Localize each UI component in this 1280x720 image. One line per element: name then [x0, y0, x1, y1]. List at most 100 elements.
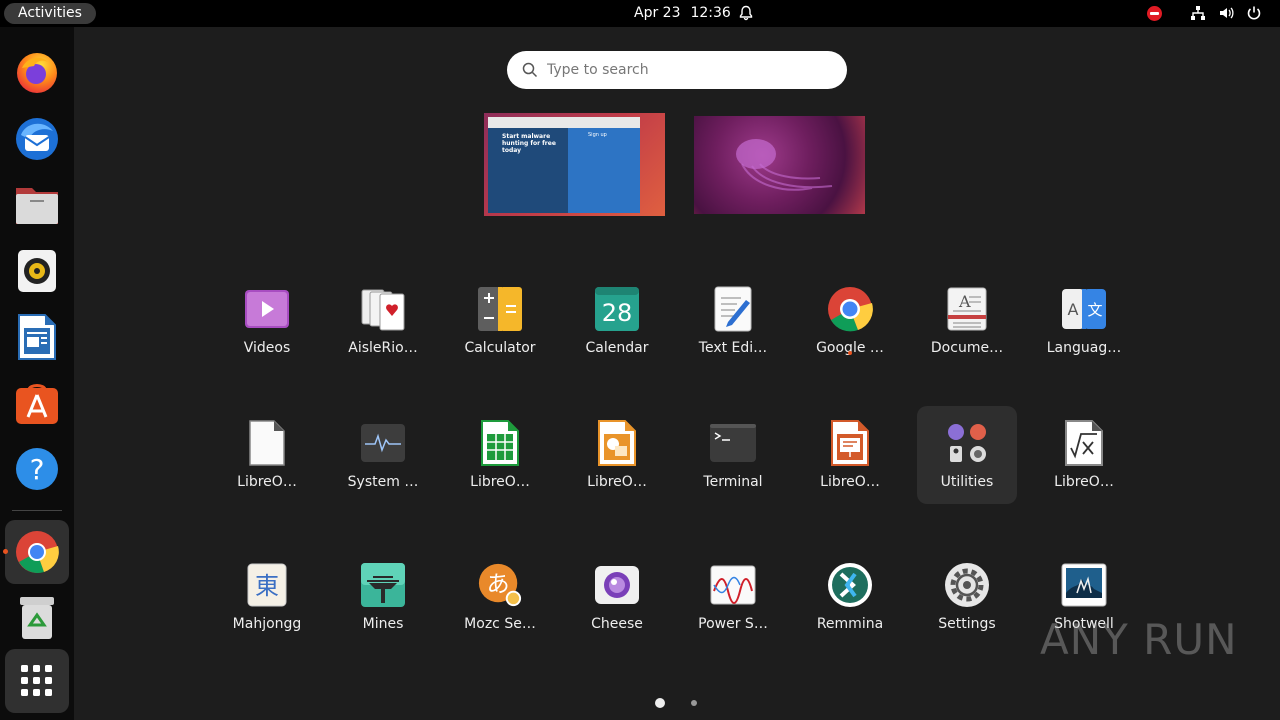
app-label: Text Edi… — [698, 340, 768, 356]
mozc-glyph: あ — [487, 572, 510, 598]
app-libreoffice-math[interactable]: LibreO… — [1034, 406, 1134, 504]
watermark-logo: ANY RUN — [1040, 615, 1238, 664]
power-statistics-icon — [710, 565, 756, 605]
workspace-thumbnail-1[interactable]: Start malware hunting for free today Sig… — [484, 113, 665, 216]
dock-ubuntu-software[interactable] — [5, 371, 69, 435]
activities-button[interactable]: Activities — [4, 3, 96, 24]
app-libreoffice[interactable]: LibreO… — [217, 406, 317, 504]
terminal-icon — [710, 424, 756, 462]
app-mozc-setup[interactable]: あ Mozc Se… — [450, 548, 550, 646]
do-not-disturb-icon[interactable] — [1147, 6, 1162, 21]
page-indicator-2[interactable] — [691, 700, 697, 706]
svg-text:?: ? — [30, 453, 45, 486]
app-google-chrome[interactable]: Google … — [800, 272, 900, 370]
app-label: Utilities — [940, 474, 994, 490]
app-label: LibreO… — [820, 474, 880, 490]
thumbnail-signup: Sign up — [588, 132, 607, 138]
app-libreoffice-calc[interactable]: LibreO… — [450, 406, 550, 504]
dock-libreoffice-writer[interactable] — [5, 305, 69, 369]
calendar-day: 28 — [602, 299, 633, 327]
dock-trash[interactable] — [5, 586, 69, 650]
libreoffice-calc-icon — [481, 420, 519, 466]
shotwell-icon — [1061, 563, 1107, 607]
app-mahjongg[interactable]: 東 Mahjongg — [217, 548, 317, 646]
app-label: Mozc Se… — [464, 616, 536, 632]
desktop: Activities Apr 23 12:36 ? Type to search… — [0, 0, 1280, 720]
calendar-icon: 28 — [595, 287, 639, 331]
app-label: LibreO… — [587, 474, 647, 490]
volume-icon — [1220, 7, 1234, 19]
power-icon — [1247, 6, 1261, 20]
app-mines[interactable]: Mines — [333, 548, 433, 646]
libreoffice-math-icon — [1065, 420, 1103, 466]
document-viewer-icon: A — [947, 287, 987, 331]
utilities-folder-icon — [948, 424, 986, 462]
remmina-icon — [828, 563, 872, 607]
jellyfish-wallpaper-icon — [736, 139, 833, 191]
mozc-icon: あ — [478, 563, 522, 607]
text-editor-icon — [714, 286, 752, 332]
app-cheese[interactable]: Cheese — [567, 548, 667, 646]
app-grid-icon — [21, 665, 52, 696]
app-label: Power S… — [698, 616, 768, 632]
app-label: Videos — [243, 340, 291, 356]
mahjongg-icon: 東 — [247, 563, 287, 607]
app-label: Mahjongg — [232, 616, 302, 632]
system-tray[interactable] — [1190, 5, 1262, 21]
help-icon: ? — [16, 448, 58, 490]
app-libreoffice-draw[interactable]: LibreO… — [567, 406, 667, 504]
browser-window-thumbnail[interactable]: Start malware hunting for free today Sig… — [488, 117, 640, 213]
search-box[interactable] — [507, 51, 847, 89]
thunderbird-icon — [16, 118, 58, 160]
mahjongg-glyph: 東 — [255, 572, 279, 600]
software-center-icon — [16, 384, 58, 424]
app-label: LibreO… — [470, 474, 530, 490]
app-power-statistics[interactable]: Power S… — [683, 548, 783, 646]
app-label: Settings — [938, 616, 996, 632]
running-indicator — [3, 549, 8, 554]
app-settings[interactable]: Settings — [917, 548, 1017, 646]
app-document-viewer[interactable]: A Docume… — [917, 272, 1017, 370]
workspace-thumbnail-2[interactable] — [694, 116, 865, 214]
trash-icon — [20, 597, 54, 639]
dock-firefox[interactable] — [5, 41, 69, 105]
dock-rhythmbox[interactable] — [5, 239, 69, 303]
app-label: Languag… — [1046, 340, 1122, 356]
search-input[interactable] — [547, 59, 827, 81]
app-label: Cheese — [591, 616, 643, 632]
app-libreoffice-impress[interactable]: LibreO… — [800, 406, 900, 504]
app-label: Mines — [362, 616, 404, 632]
settings-icon — [945, 563, 989, 607]
app-system-monitor[interactable]: System … — [333, 406, 433, 504]
app-utilities-folder[interactable]: Utilities — [917, 406, 1017, 504]
dock-help[interactable]: ? — [5, 437, 69, 501]
app-calendar[interactable]: 28 Calendar — [567, 272, 667, 370]
app-text-editor[interactable]: Text Edi… — [683, 272, 783, 370]
app-aisleriot[interactable]: AisleRio… — [333, 272, 433, 370]
app-calculator[interactable]: Calculator — [450, 272, 550, 370]
app-remmina[interactable]: Remmina — [800, 548, 900, 646]
bell-icon[interactable] — [738, 5, 754, 21]
app-terminal[interactable]: Terminal — [683, 406, 783, 504]
svg-text:文: 文 — [1087, 301, 1102, 319]
app-label: Remmina — [816, 616, 884, 632]
page-indicator-current[interactable] — [655, 698, 665, 708]
app-label: Docume… — [930, 340, 1004, 356]
app-label: LibreO… — [237, 474, 297, 490]
mines-icon — [361, 563, 405, 607]
rhythmbox-icon — [18, 250, 56, 292]
svg-text:A: A — [1068, 300, 1079, 319]
dock-thunderbird[interactable] — [5, 107, 69, 171]
libreoffice-icon — [249, 420, 285, 466]
clock-button[interactable]: Apr 23 12:36 — [634, 4, 741, 22]
dock-files[interactable] — [5, 173, 69, 237]
chrome-icon — [16, 531, 59, 574]
dock-google-chrome[interactable] — [5, 520, 69, 584]
app-label: AisleRio… — [348, 340, 418, 356]
show-applications-button[interactable] — [5, 649, 69, 713]
system-monitor-icon — [361, 424, 405, 462]
app-language-support[interactable]: A文 Languag… — [1034, 272, 1134, 370]
videos-icon — [245, 290, 289, 328]
app-videos[interactable]: Videos — [217, 272, 317, 370]
cheese-icon — [595, 566, 639, 604]
